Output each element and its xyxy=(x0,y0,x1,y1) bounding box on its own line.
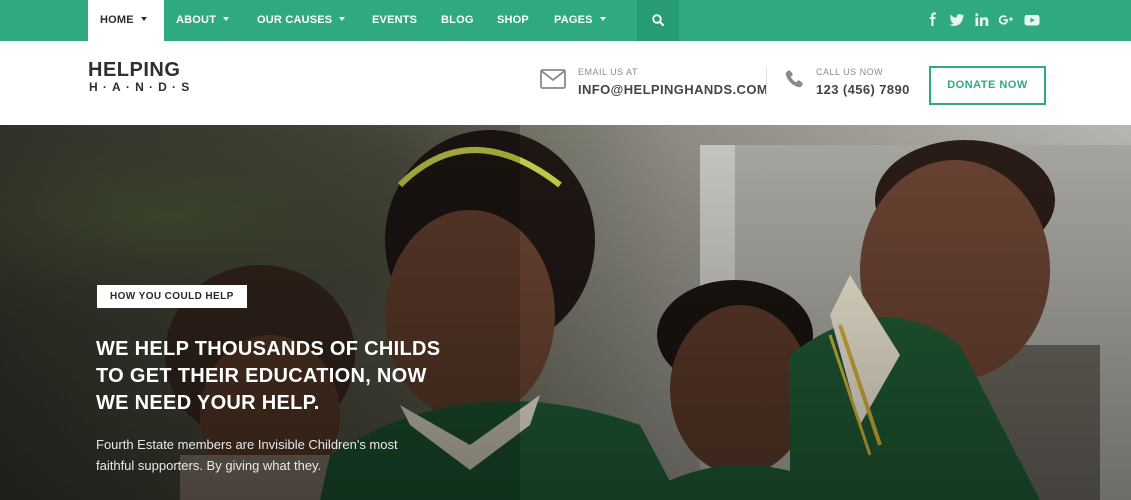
caret-down-icon xyxy=(140,17,147,21)
site-header: HELPING H·A·N·D·S EMAIL US AT INFO@HELPI… xyxy=(0,41,1131,125)
donate-now-button[interactable]: DONATE NOW xyxy=(929,66,1046,105)
nav-item-about[interactable]: About xyxy=(176,0,230,41)
search-button[interactable] xyxy=(637,0,679,41)
header-divider xyxy=(766,66,767,96)
youtube-icon[interactable] xyxy=(1024,12,1040,28)
hero-title-line: WE NEED YOUR HELP. xyxy=(96,392,320,414)
hero-description-line: faithful supporters. By giving what they… xyxy=(96,458,322,473)
linkedin-icon[interactable] xyxy=(974,12,990,28)
phone-label: CALL US NOW xyxy=(816,67,884,77)
hero-banner: HOW YOU COULD HELP WE HELP THOUSANDS OF … xyxy=(0,125,1131,500)
google-plus-icon[interactable] xyxy=(998,12,1014,28)
hero-description: Fourth Estate members are Invisible Chil… xyxy=(96,434,436,476)
facebook-icon[interactable] xyxy=(925,12,941,28)
nav-item-label: Our Causes xyxy=(257,14,333,26)
email-label: EMAIL US AT xyxy=(578,67,639,77)
nav-item-label: Events xyxy=(372,14,418,26)
nav-item-label: Pages xyxy=(554,14,593,26)
logo-wordmark-bottom[interactable]: H·A·N·D·S xyxy=(89,81,194,93)
nav-item-label: About xyxy=(176,14,217,26)
caret-down-icon xyxy=(223,17,230,21)
nav-item-pages[interactable]: Pages xyxy=(554,0,606,41)
nav-item-blog[interactable]: Blog xyxy=(441,0,474,41)
twitter-icon[interactable] xyxy=(949,12,965,28)
phone-icon xyxy=(785,70,803,88)
hero-title-line: WE HELP THOUSANDS OF CHILDS xyxy=(96,338,441,360)
nav-item-our-causes[interactable]: Our Causes xyxy=(257,0,346,41)
nav-item-label: Blog xyxy=(441,14,474,26)
nav-item-label: Shop xyxy=(497,14,529,26)
search-icon xyxy=(652,14,664,26)
caret-down-icon xyxy=(339,17,346,21)
caret-down-icon xyxy=(599,17,606,21)
top-navigation: Home About Our Causes Events Blog Shop P… xyxy=(0,0,1131,41)
nav-item-label: Home xyxy=(100,14,134,26)
nav-item-home[interactable]: Home xyxy=(88,0,164,41)
email-value[interactable]: INFO@HELPINGHANDS.COM xyxy=(578,82,768,97)
phone-value[interactable]: 123 (456) 7890 xyxy=(816,82,910,97)
envelope-icon xyxy=(540,69,566,89)
hero-title-line: TO GET THEIR EDUCATION, NOW xyxy=(96,365,427,387)
nav-item-shop[interactable]: Shop xyxy=(497,0,529,41)
nav-item-events[interactable]: Events xyxy=(372,0,417,41)
logo-wordmark-top[interactable]: HELPING xyxy=(88,60,180,80)
hero-tag-badge: HOW YOU COULD HELP xyxy=(97,285,247,308)
hero-title: WE HELP THOUSANDS OF CHILDS TO GET THEIR… xyxy=(96,336,476,417)
hero-description-line: Fourth Estate members are Invisible Chil… xyxy=(96,437,398,452)
